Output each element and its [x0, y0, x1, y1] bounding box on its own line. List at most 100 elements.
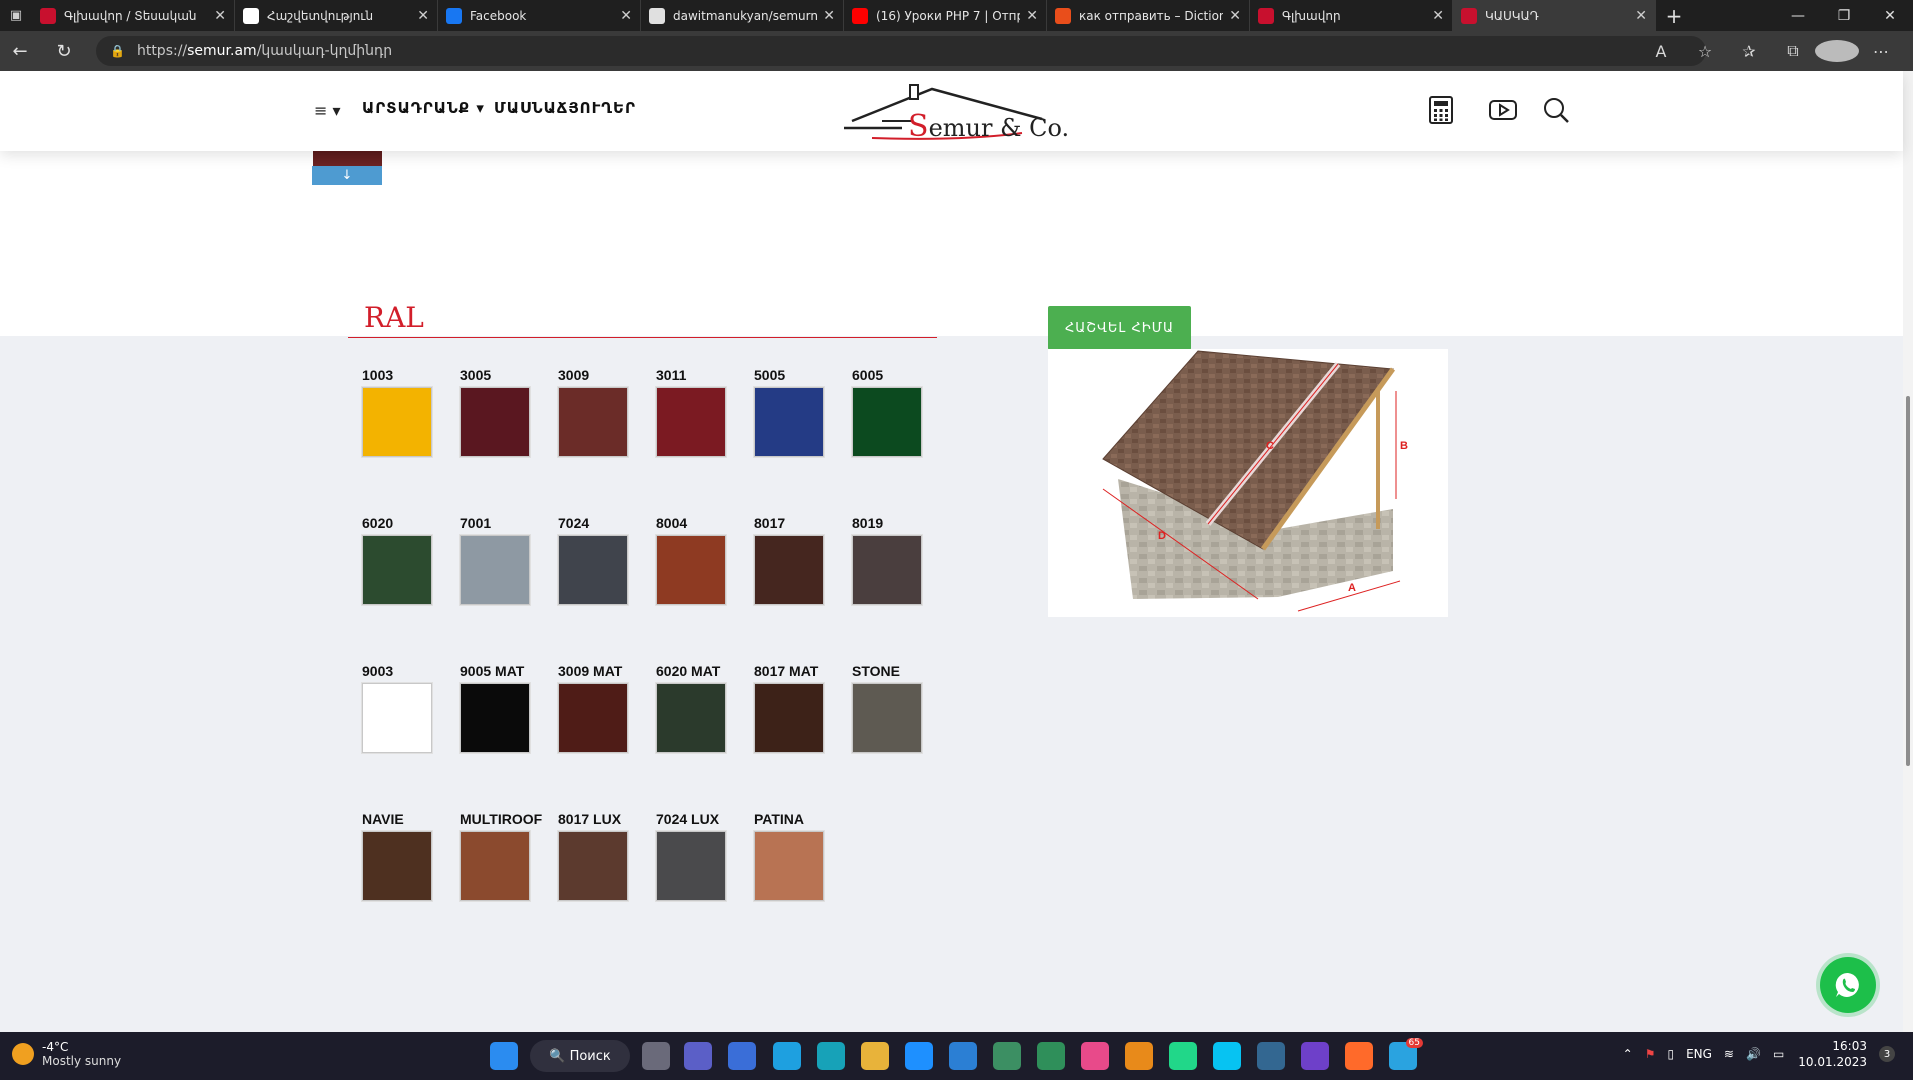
tab-close-icon[interactable]: ✕: [620, 8, 632, 24]
minimize-icon[interactable]: —: [1775, 0, 1821, 31]
app-ring-icon[interactable]: [1037, 1042, 1065, 1070]
tray-device-icon[interactable]: ▯: [1667, 1047, 1674, 1061]
start-icon[interactable]: [490, 1042, 518, 1070]
volume-icon[interactable]: 🔊: [1746, 1047, 1761, 1061]
tab-close-icon[interactable]: ✕: [1026, 8, 1038, 24]
tab-actions-icon[interactable]: ▣: [0, 0, 32, 31]
nav-products[interactable]: ԱՐՏԱԴՐԱՆՔ ▾: [362, 99, 485, 117]
postman-icon[interactable]: [1345, 1042, 1373, 1070]
clock[interactable]: 16:03 10.01.2023: [1798, 1038, 1867, 1070]
store-icon[interactable]: [728, 1042, 756, 1070]
ral-swatch[interactable]: STONE: [852, 663, 924, 753]
reload-icon[interactable]: ↻: [44, 31, 84, 71]
site-logo[interactable]: Semur & Co.: [842, 83, 1069, 144]
taskbar-search[interactable]: 🔍 Поиск: [530, 1040, 630, 1072]
browser-tab[interactable]: Գլխավոր / Տեսական ✕: [32, 0, 235, 31]
browser-tab[interactable]: (16) Уроки PHP 7 | Отправ ✕: [844, 0, 1047, 31]
ral-swatch[interactable]: 7024: [558, 515, 630, 605]
ral-swatch[interactable]: PATINA: [754, 811, 826, 901]
ral-swatch[interactable]: 3009: [558, 367, 630, 457]
ral-swatch[interactable]: 6020: [362, 515, 434, 605]
tab-close-icon[interactable]: ✕: [214, 8, 226, 24]
cortana-icon[interactable]: [905, 1042, 933, 1070]
ral-swatch[interactable]: NAVIE: [362, 811, 434, 901]
restore-icon[interactable]: ❐: [1821, 0, 1867, 31]
ral-swatch[interactable]: 3009 MAT: [558, 663, 630, 753]
ral-swatch[interactable]: 7024 LUX: [656, 811, 728, 901]
github-icon[interactable]: [1301, 1042, 1329, 1070]
notification-count[interactable]: 3: [1879, 1046, 1895, 1062]
postgres-icon[interactable]: [1257, 1042, 1285, 1070]
ral-swatch[interactable]: 8017 MAT: [754, 663, 826, 753]
ral-swatch[interactable]: 6020 MAT: [656, 663, 728, 753]
whatsapp-icon: [1835, 972, 1859, 997]
url-field[interactable]: 🔒 https:// semur.am /կասկադ-կղմինդր: [96, 36, 1706, 66]
pycharm-icon[interactable]: [1169, 1042, 1197, 1070]
task-view-icon[interactable]: [642, 1042, 670, 1070]
close-window-icon[interactable]: ✕: [1867, 0, 1913, 31]
ral-swatch[interactable]: 9005 MAT: [460, 663, 532, 753]
ral-swatch[interactable]: 8017 LUX: [558, 811, 630, 901]
tab-close-icon[interactable]: ✕: [1432, 8, 1444, 24]
hamburger-menu-icon[interactable]: ≡ ▾: [314, 101, 341, 120]
ral-swatch[interactable]: 8019: [852, 515, 924, 605]
ral-swatch[interactable]: 3005: [460, 367, 532, 457]
tray-chevron-icon[interactable]: ⌃: [1623, 1047, 1633, 1061]
tab-close-icon[interactable]: ✕: [823, 8, 835, 24]
browser-tab[interactable]: ԿԱՍԿԱԴ ✕: [1453, 0, 1656, 31]
browser-tab[interactable]: Facebook ✕: [438, 0, 641, 31]
tab-close-icon[interactable]: ✕: [417, 8, 429, 24]
page-scrollbar[interactable]: [1903, 71, 1913, 1032]
webstorm-icon[interactable]: [1213, 1042, 1241, 1070]
scroll-down-button[interactable]: ↓: [312, 166, 382, 185]
video-icon[interactable]: [1488, 95, 1518, 125]
search-icon[interactable]: [1541, 95, 1571, 125]
diagram-label-c: C: [1266, 440, 1274, 452]
terminal-icon[interactable]: [993, 1042, 1021, 1070]
nav-parts[interactable]: ՄԱՍՆԱՃՅՈՒՂԵՐ: [494, 99, 636, 117]
lock-icon: 🔒: [110, 44, 125, 58]
ral-swatch[interactable]: 1003: [362, 367, 434, 457]
profile-icon[interactable]: [1815, 40, 1859, 62]
read-aloud-icon[interactable]: A: [1639, 42, 1683, 61]
browser-tab[interactable]: dawitmanukyan/semurnew ✕: [641, 0, 844, 31]
ral-swatch[interactable]: 9003: [362, 663, 434, 753]
favorite-star-icon[interactable]: ☆: [1683, 42, 1727, 61]
ral-swatch[interactable]: MULTIROOF: [460, 811, 542, 901]
ral-swatch-color: [460, 387, 530, 457]
weather-widget[interactable]: -4°C Mostly sunny: [12, 1040, 121, 1068]
more-menu-icon[interactable]: ⋯: [1859, 42, 1903, 61]
sublime-icon[interactable]: [1125, 1042, 1153, 1070]
calculate-now-button[interactable]: ՀԱՇՎԵԼ ՀԻՄԱ: [1048, 306, 1191, 350]
ral-swatch[interactable]: 3011: [656, 367, 728, 457]
ral-swatch[interactable]: 6005: [852, 367, 924, 457]
file-explorer-icon[interactable]: [861, 1042, 889, 1070]
telegram-icon[interactable]: 65: [1389, 1038, 1423, 1070]
chat-icon[interactable]: [684, 1042, 712, 1070]
edge-icon[interactable]: [773, 1042, 801, 1070]
back-icon[interactable]: ←: [0, 31, 40, 71]
battery-icon[interactable]: ▭: [1773, 1047, 1784, 1061]
wifi-icon[interactable]: ≋: [1724, 1047, 1734, 1061]
tray-flag-icon[interactable]: ⚑: [1645, 1047, 1656, 1061]
ral-swatch[interactable]: 7001: [460, 515, 532, 605]
favorites-icon[interactable]: ✰: [1727, 42, 1771, 61]
tab-favicon-icon: [649, 7, 665, 24]
whatsapp-chat-button[interactable]: [1820, 957, 1876, 1013]
browser-tab[interactable]: Գլխավոր ✕: [1250, 0, 1453, 31]
ral-swatch[interactable]: 8004: [656, 515, 728, 605]
tab-close-icon[interactable]: ✕: [1635, 8, 1647, 24]
page-viewport: ↓ ≡ ▾ ԱՐՏԱԴՐԱՆՔ ▾ ՄԱՍՆԱՃՅՈՒՂԵՐ Semur & C…: [0, 71, 1913, 1032]
language-indicator[interactable]: ENG: [1686, 1047, 1712, 1061]
vscode-icon[interactable]: [949, 1042, 977, 1070]
browser-tab[interactable]: Հաշվետվություն ✕: [235, 0, 438, 31]
ral-swatch[interactable]: 5005: [754, 367, 826, 457]
calculator-icon[interactable]: [1426, 95, 1456, 125]
app-l-icon[interactable]: [817, 1042, 845, 1070]
app-colorful-icon[interactable]: [1081, 1042, 1109, 1070]
tab-close-icon[interactable]: ✕: [1229, 8, 1241, 24]
ral-swatch[interactable]: 8017: [754, 515, 826, 605]
new-tab-button[interactable]: +: [1656, 0, 1692, 31]
collections-icon[interactable]: ⧉: [1771, 41, 1815, 61]
browser-tab[interactable]: как отправить – Dictionary ✕: [1047, 0, 1250, 31]
